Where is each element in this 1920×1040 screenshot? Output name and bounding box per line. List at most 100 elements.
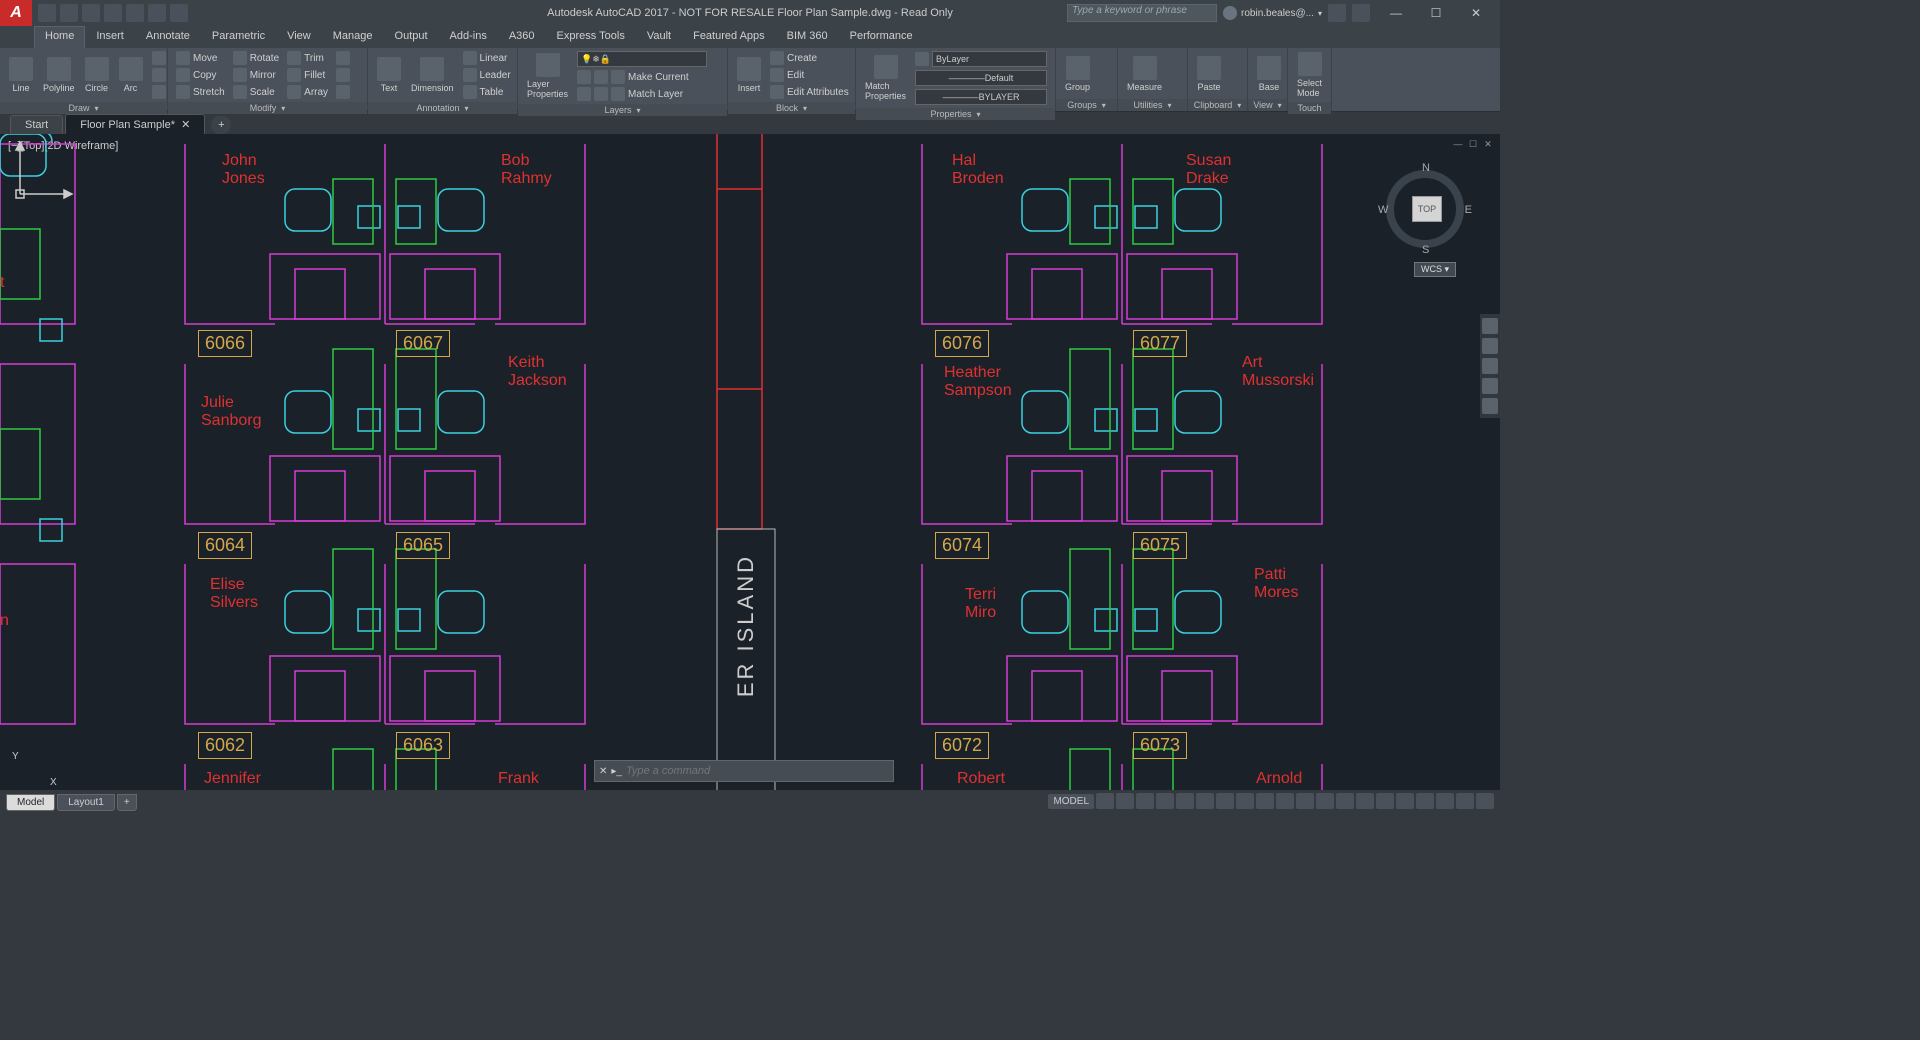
tab-addins[interactable]: Add-ins (439, 26, 498, 48)
scale-button[interactable]: Scale (231, 84, 281, 100)
panel-utilities[interactable]: Utilities (1118, 99, 1187, 111)
mirror-button[interactable]: Mirror (231, 67, 281, 83)
qat-new-icon[interactable] (38, 4, 56, 22)
status-otrack-icon[interactable] (1216, 793, 1234, 809)
layout-model[interactable]: Model (6, 794, 55, 811)
qat-undo-icon[interactable] (148, 4, 166, 22)
command-line[interactable]: ✕ ▸_ (594, 760, 894, 782)
modify-extra2-icon[interactable] (336, 68, 350, 82)
viewcube-north[interactable]: N (1422, 162, 1430, 174)
modify-extra3-icon[interactable] (336, 85, 350, 99)
qat-open-icon[interactable] (60, 4, 78, 22)
view-cube[interactable]: TOP N S E W (1380, 164, 1470, 254)
panel-clipboard[interactable]: Clipboard (1188, 99, 1247, 111)
exchange-icon[interactable] (1328, 4, 1346, 22)
rotate-button[interactable]: Rotate (231, 50, 281, 66)
status-3dosnap-icon[interactable] (1196, 793, 1214, 809)
layout-add[interactable]: + (117, 794, 137, 811)
select-mode-button[interactable]: Select Mode (1294, 50, 1325, 100)
status-isolate-icon[interactable] (1416, 793, 1434, 809)
drawing-canvas[interactable]: [−][Top][2D Wireframe] — ☐ ✕ (0, 134, 1500, 790)
stretch-button[interactable]: Stretch (174, 84, 227, 100)
tab-bim360[interactable]: BIM 360 (776, 26, 839, 48)
tab-view[interactable]: View (276, 26, 322, 48)
lineweight-dropdown[interactable]: ———— Default (915, 70, 1047, 86)
tab-parametric[interactable]: Parametric (201, 26, 276, 48)
status-ortho-icon[interactable] (1136, 793, 1154, 809)
zoom-icon[interactable] (1482, 358, 1498, 374)
table-button[interactable]: Table (461, 84, 513, 100)
close-button[interactable]: ✕ (1456, 2, 1496, 24)
util-icon2[interactable] (1169, 74, 1183, 88)
tab-start[interactable]: Start (10, 115, 63, 134)
tab-express[interactable]: Express Tools (546, 26, 636, 48)
status-lock-icon[interactable] (1396, 793, 1414, 809)
panel-annotation[interactable]: Annotation (368, 102, 517, 114)
linetype-dropdown[interactable]: ———— BYLAYER (915, 89, 1047, 105)
status-custom-icon[interactable] (1476, 793, 1494, 809)
base-button[interactable]: Base (1254, 54, 1284, 94)
maximize-button[interactable]: ☐ (1416, 2, 1456, 24)
layer-dropdown[interactable]: 💡❄🔒 (577, 51, 707, 67)
status-cycling-icon[interactable] (1276, 793, 1294, 809)
panel-groups[interactable]: Groups (1056, 99, 1117, 111)
util-icon1[interactable] (1169, 59, 1183, 73)
line-button[interactable]: Line (6, 55, 36, 95)
measure-button[interactable]: Measure (1124, 54, 1165, 94)
tab-performance[interactable]: Performance (839, 26, 924, 48)
status-osnap-icon[interactable] (1176, 793, 1194, 809)
dimension-button[interactable]: Dimension (408, 55, 457, 95)
copy-clip-icon[interactable] (1228, 74, 1242, 88)
tab-a360[interactable]: A360 (498, 26, 546, 48)
status-grid-icon[interactable] (1096, 793, 1114, 809)
layer-properties-button[interactable]: Layer Properties (524, 51, 571, 101)
cut-icon[interactable] (1228, 59, 1242, 73)
showmotion-icon[interactable] (1482, 398, 1498, 414)
app-icon[interactable]: A (0, 0, 32, 26)
edit-attributes-button[interactable]: Edit Attributes (768, 84, 851, 100)
cmd-recent-icon[interactable]: ▸_ (611, 766, 622, 777)
trim-button[interactable]: Trim (285, 50, 330, 66)
status-polar-icon[interactable] (1156, 793, 1174, 809)
status-hwaccel-icon[interactable] (1436, 793, 1454, 809)
viewcube-east[interactable]: E (1465, 204, 1472, 216)
qat-redo-icon[interactable] (170, 4, 188, 22)
panel-block[interactable]: Block (728, 102, 855, 114)
viewcube-top[interactable]: TOP (1412, 196, 1442, 222)
tab-insert[interactable]: Insert (85, 26, 135, 48)
draw-extra3-icon[interactable] (152, 85, 166, 99)
tab-floorplan[interactable]: Floor Plan Sample* ✕ (65, 114, 205, 134)
color-dropdown[interactable]: ByLayer (932, 51, 1047, 67)
modify-extra1-icon[interactable] (336, 51, 350, 65)
status-annomon-icon[interactable] (1336, 793, 1354, 809)
tab-vault[interactable]: Vault (636, 26, 682, 48)
edit-block-button[interactable]: Edit (768, 67, 851, 83)
help-search-input[interactable]: Type a keyword or phrase (1067, 4, 1217, 22)
copy-button[interactable]: Copy (174, 67, 227, 83)
add-tab-button[interactable]: + (211, 116, 231, 134)
tab-featured[interactable]: Featured Apps (682, 26, 776, 48)
status-annoscale-icon[interactable] (1296, 793, 1314, 809)
status-model[interactable]: MODEL (1048, 794, 1094, 809)
viewcube-south[interactable]: S (1422, 244, 1429, 256)
viewcube-west[interactable]: W (1378, 204, 1388, 216)
user-account[interactable]: robin.beales@...▾ (1223, 6, 1322, 20)
panel-draw[interactable]: Draw (0, 102, 167, 114)
help-icon[interactable] (1352, 4, 1370, 22)
draw-extra1-icon[interactable] (152, 51, 166, 65)
move-button[interactable]: Move (174, 50, 227, 66)
layout-layout1[interactable]: Layout1 (57, 794, 115, 811)
qat-save-icon[interactable] (82, 4, 100, 22)
orbit-icon[interactable] (1482, 378, 1498, 394)
minimize-button[interactable]: — (1376, 2, 1416, 24)
command-input[interactable] (626, 765, 889, 777)
steering-wheel-icon[interactable] (1482, 318, 1498, 334)
status-snap-icon[interactable] (1116, 793, 1134, 809)
group-edit-icon[interactable] (1097, 67, 1111, 81)
panel-layers[interactable]: Layers (518, 104, 727, 116)
group-button[interactable]: Group (1062, 54, 1093, 94)
match-properties-button[interactable]: Match Properties (862, 53, 909, 103)
panel-view[interactable]: View (1248, 99, 1287, 111)
status-units-icon[interactable] (1356, 793, 1374, 809)
fillet-button[interactable]: Fillet (285, 67, 330, 83)
